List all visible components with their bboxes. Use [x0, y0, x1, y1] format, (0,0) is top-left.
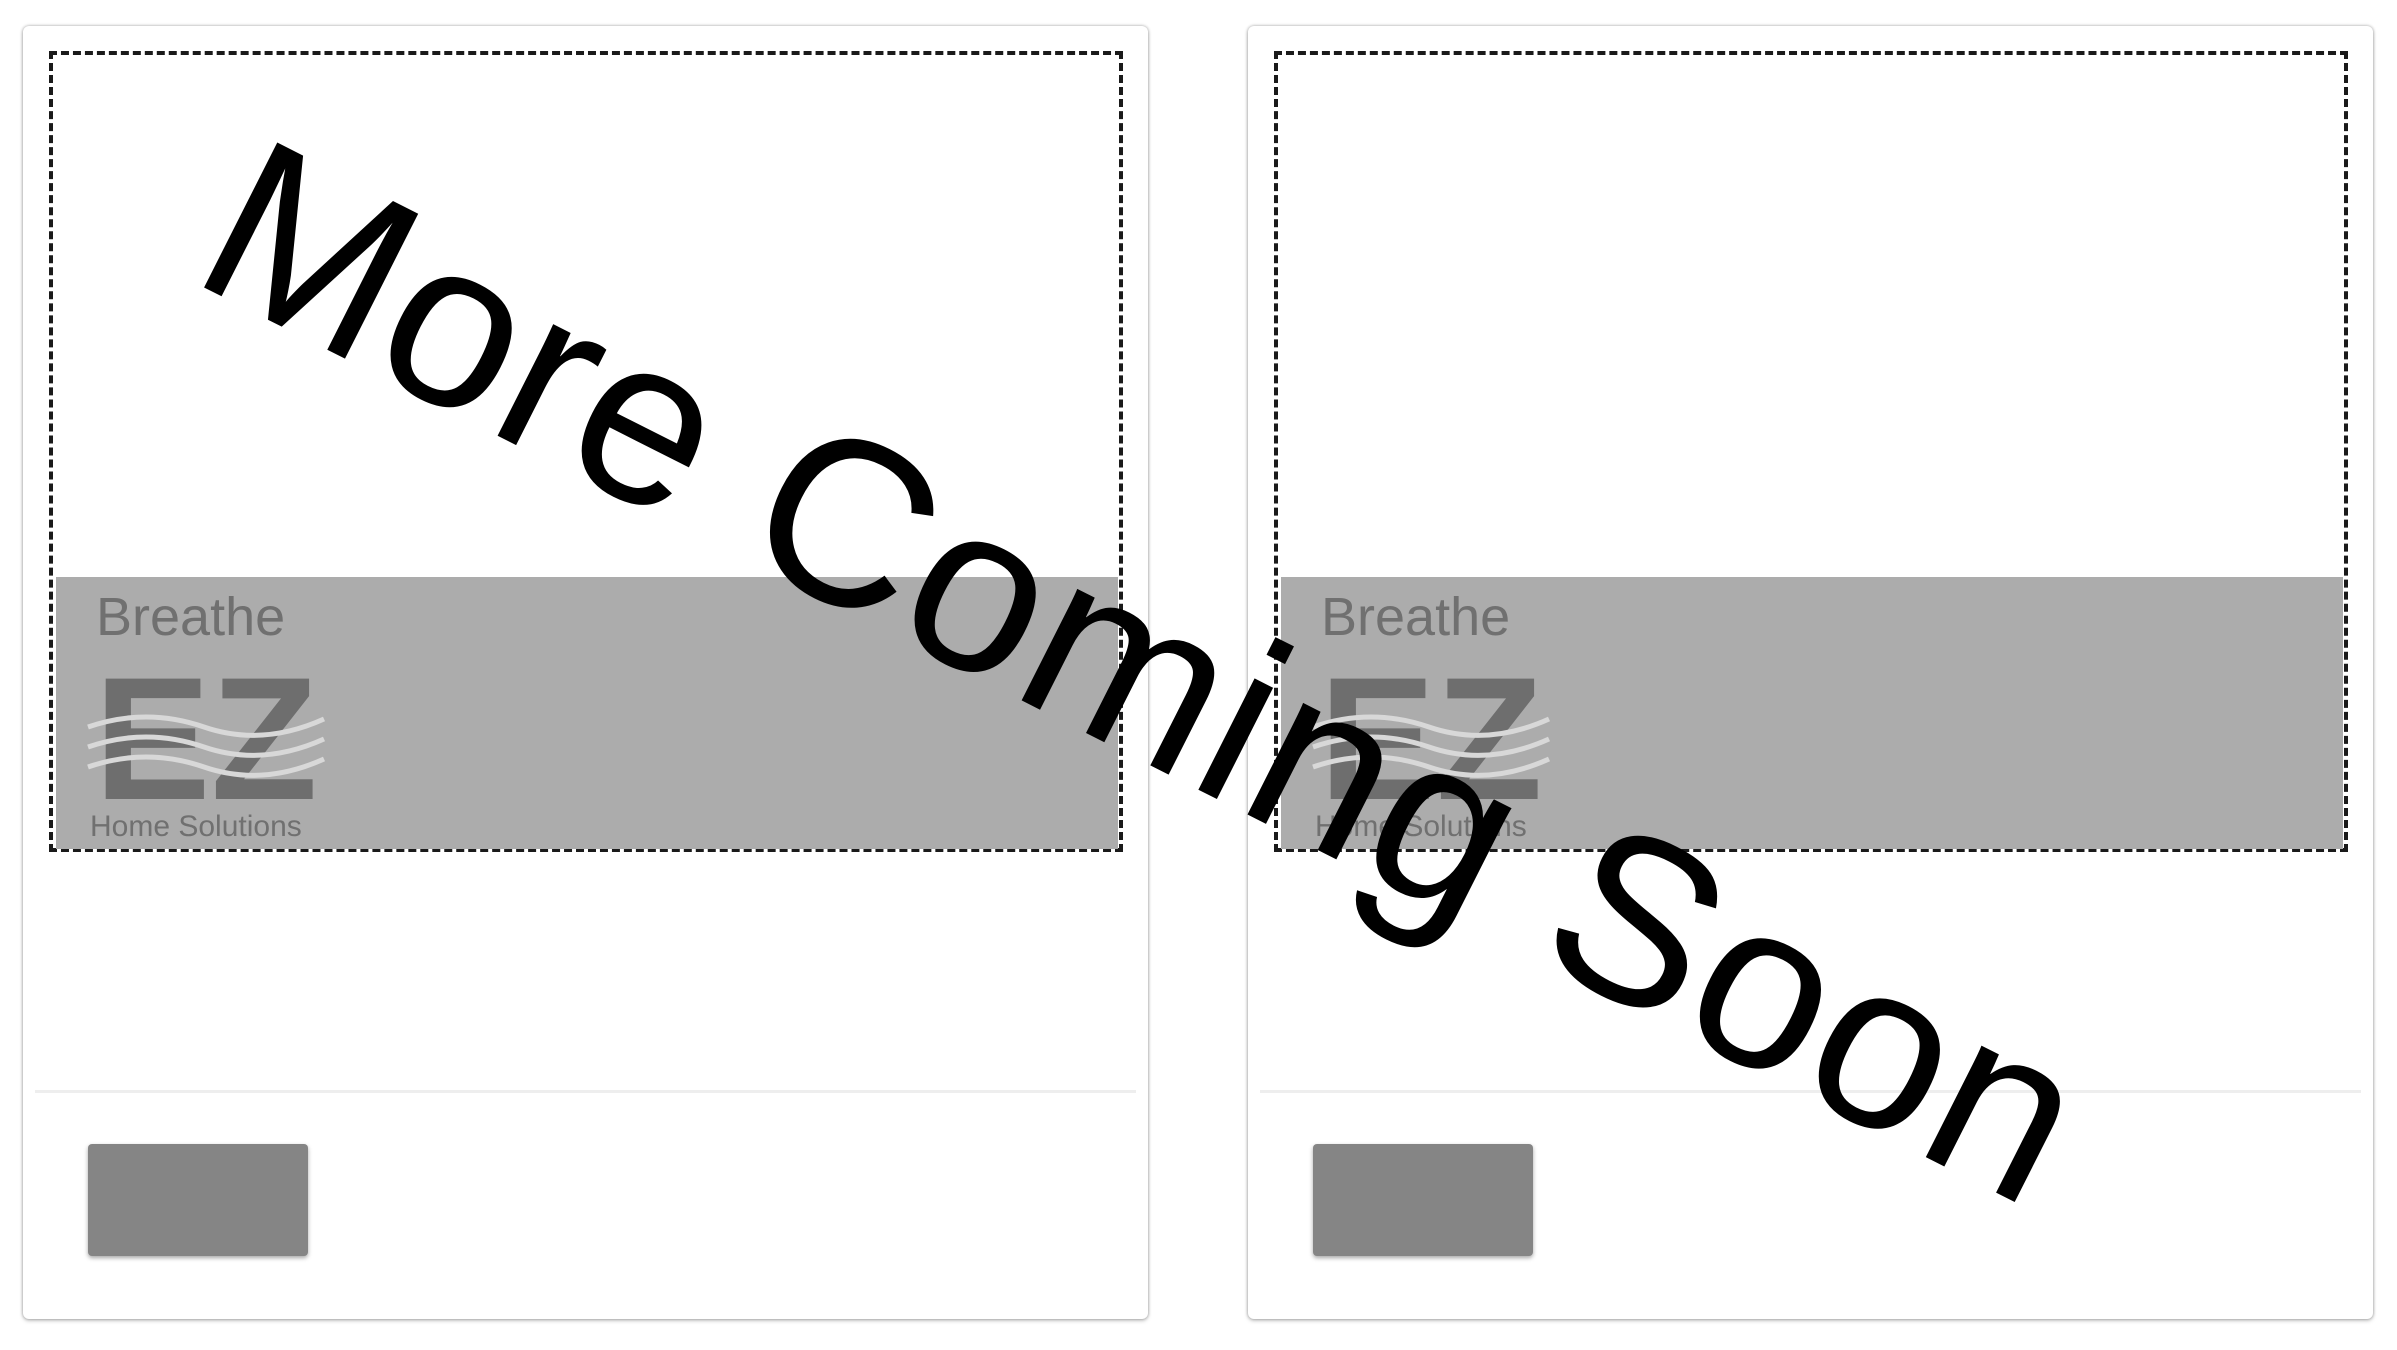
- breathe-ez-logo: Breathe EZ Home Solutions: [86, 587, 326, 843]
- card-divider: [35, 1090, 1136, 1093]
- card-action-button[interactable]: [88, 1144, 308, 1256]
- logo-text-home-solutions: Home Solutions: [90, 810, 302, 843]
- ez-mark-icon: EZ: [87, 649, 326, 809]
- logo-text-breathe: Breathe: [96, 587, 286, 647]
- card-action-button[interactable]: [1313, 1144, 1533, 1256]
